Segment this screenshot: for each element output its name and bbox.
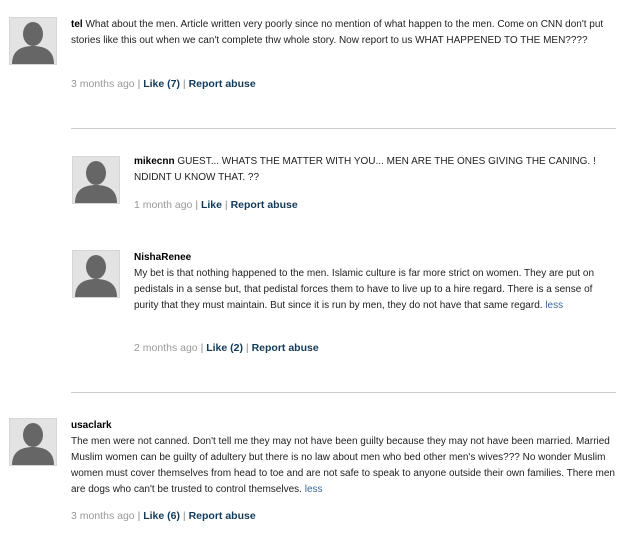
comment-username[interactable]: NishaRenee <box>134 250 616 266</box>
user-silhouette-icon <box>12 423 54 465</box>
like-link[interactable]: Like (7) <box>143 78 180 90</box>
user-silhouette-icon <box>75 161 117 203</box>
comment-username[interactable]: tel <box>71 19 83 30</box>
comment-timestamp: 2 months ago <box>134 342 198 354</box>
report-abuse-link[interactable]: Report abuse <box>231 199 298 211</box>
comment-meta: 3 months ago | Like (7) | Report abuse <box>71 78 256 90</box>
comment-body: tel What about the men. Article written … <box>71 17 619 49</box>
separator: | <box>182 78 186 90</box>
report-abuse-link[interactable]: Report abuse <box>189 510 256 522</box>
avatar[interactable] <box>9 418 57 466</box>
comment-body: NishaRenee My bet is that nothing happen… <box>134 250 616 314</box>
avatar[interactable] <box>72 156 120 204</box>
show-less-link[interactable]: less <box>305 484 323 495</box>
like-link[interactable]: Like <box>201 199 222 211</box>
like-link[interactable]: Like (2) <box>206 342 243 354</box>
comment-username[interactable]: usaclark <box>71 418 619 434</box>
separator: | <box>224 199 228 211</box>
separator: | <box>182 510 186 522</box>
user-silhouette-icon <box>75 255 117 297</box>
comment-text: The men were not canned. Don't tell me t… <box>71 436 615 495</box>
separator: | <box>137 78 141 90</box>
separator: | <box>245 342 249 354</box>
comment-body: usaclark The men were not canned. Don't … <box>71 418 619 498</box>
like-link[interactable]: Like (6) <box>143 510 180 522</box>
separator: | <box>200 342 204 354</box>
avatar[interactable] <box>9 17 57 65</box>
separator: | <box>195 199 199 211</box>
comment-timestamp: 3 months ago <box>71 78 135 90</box>
comment-divider <box>71 392 616 393</box>
comment-text: My bet is that nothing happened to the m… <box>134 268 595 311</box>
comment-username[interactable]: mikecnn <box>134 156 175 167</box>
report-abuse-link[interactable]: Report abuse <box>189 78 256 90</box>
comment-meta: 1 month ago | Like | Report abuse <box>134 199 298 211</box>
comment-meta: 2 months ago | Like (2) | Report abuse <box>134 342 319 354</box>
comment-timestamp: 3 months ago <box>71 510 135 522</box>
avatar[interactable] <box>72 250 120 298</box>
comment-text: What about the men. Article written very… <box>71 19 604 46</box>
user-silhouette-icon <box>12 22 54 64</box>
comment-divider <box>71 128 616 129</box>
comment-body: mikecnn GUEST... WHATS THE MATTER WITH Y… <box>134 154 614 186</box>
show-less-link[interactable]: less <box>545 300 563 311</box>
comment-meta: 3 months ago | Like (6) | Report abuse <box>71 510 256 522</box>
report-abuse-link[interactable]: Report abuse <box>252 342 319 354</box>
comment-text: GUEST... WHATS THE MATTER WITH YOU... ME… <box>134 156 596 183</box>
separator: | <box>137 510 141 522</box>
comment-timestamp: 1 month ago <box>134 199 193 211</box>
